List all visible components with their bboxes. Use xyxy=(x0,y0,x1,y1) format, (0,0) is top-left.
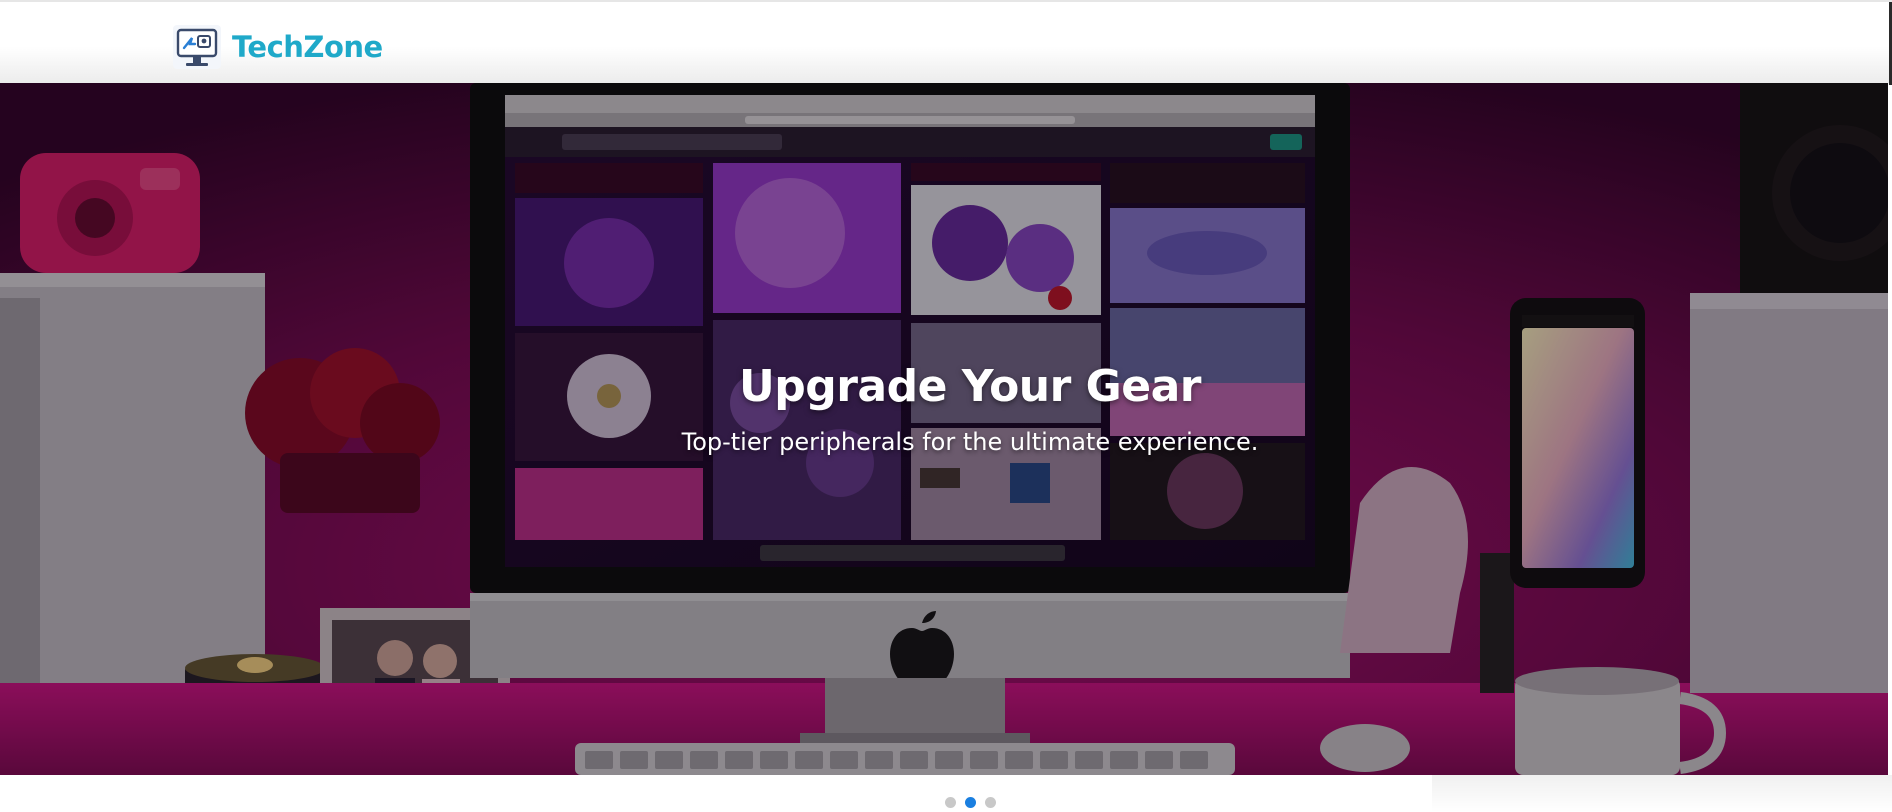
carousel-indicator-1[interactable] xyxy=(944,797,956,808)
hero-subtitle: Top-tier peripherals for the ultimate ex… xyxy=(681,427,1259,456)
hero-caption: Upgrade Your Gear Top-tier peripherals f… xyxy=(0,361,1888,457)
carousel-indicator-2[interactable] xyxy=(964,797,976,808)
carousel-indicators xyxy=(0,797,1888,808)
brand-name: TechZone xyxy=(232,29,383,64)
monitor-logo-icon xyxy=(173,25,221,69)
hero-carousel[interactable]: Upgrade Your Gear Top-tier peripherals f… xyxy=(0,83,1888,775)
hero-title: Upgrade Your Gear xyxy=(738,361,1202,412)
carousel-indicator-3[interactable] xyxy=(984,797,996,808)
site-header: TechZone xyxy=(0,0,1892,85)
brand-link[interactable]: TechZone xyxy=(172,24,383,70)
